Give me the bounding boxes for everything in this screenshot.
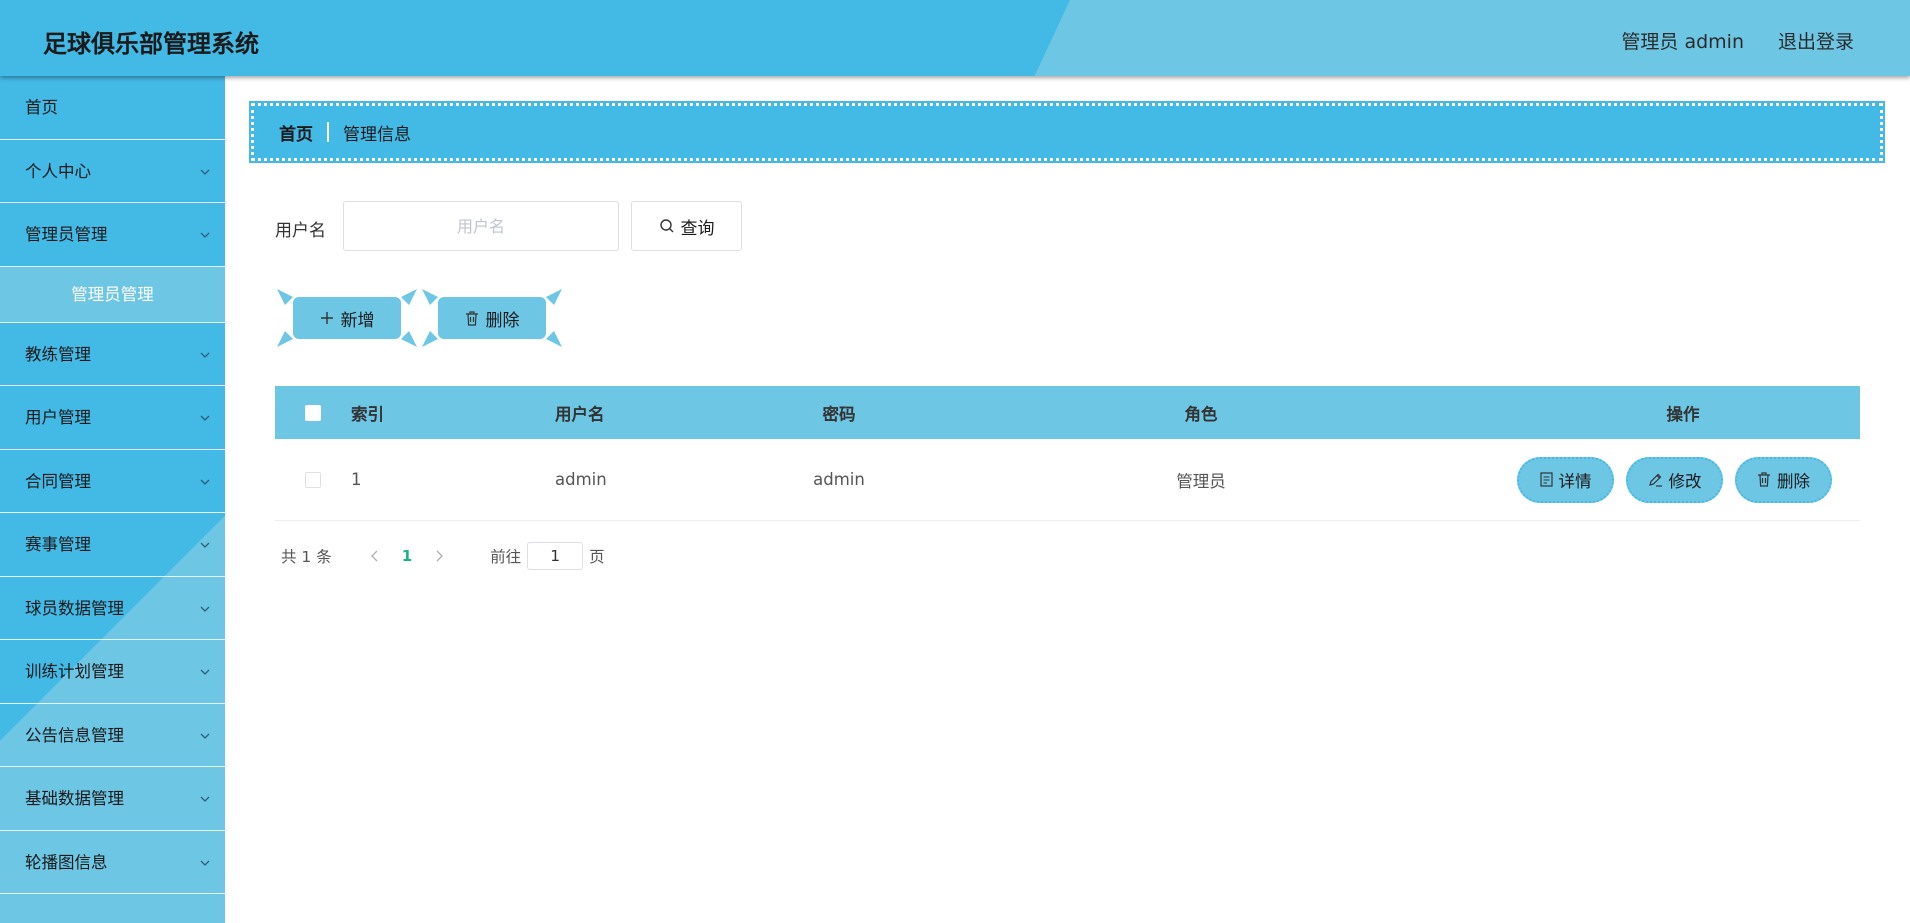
add-button-label: 新增 — [340, 310, 375, 331]
sidebar-item-label: 教练管理 — [25, 344, 91, 364]
sidebar-item-label: 基础数据管理 — [25, 789, 124, 808]
sidebar-item-label: 管理员管理 — [25, 225, 108, 244]
chevron-up-icon — [200, 232, 210, 238]
chevron-down-icon — [200, 169, 210, 175]
search-icon — [659, 219, 673, 233]
batch-delete-button[interactable]: 删除 — [438, 297, 546, 339]
sidebar: 首页 个人中心 管理员管理 管理员管理 教练管理 用户管理 合同管理 赛事管理 … — [0, 76, 225, 923]
header-username: 用户名 — [555, 404, 605, 424]
sidebar-item-label: 赛事管理 — [25, 535, 91, 554]
sidebar-item-notice-management[interactable]: 公告信息管理 — [0, 704, 225, 767]
pagination: 共 1 条 1 前往 页 — [281, 542, 605, 570]
pagination-total: 共 1 条 — [281, 548, 332, 566]
select-all-checkbox[interactable] — [305, 404, 321, 421]
sidebar-item-carousel-info[interactable]: 轮播图信息 — [0, 831, 225, 894]
pagination-goto-label: 前往 — [490, 548, 522, 566]
cell-ops: 详情 修改 删除 — [1436, 456, 1860, 503]
sidebar-item-match-management[interactable]: 赛事管理 — [0, 513, 225, 577]
chevron-down-icon — [200, 860, 210, 866]
chevron-right-icon[interactable] — [432, 549, 446, 563]
breadcrumb: 首页 管理信息 — [249, 101, 1885, 163]
chevron-down-icon — [200, 733, 210, 739]
pagination-goto-input[interactable] — [527, 542, 584, 570]
app-title: 足球俱乐部管理系统 — [43, 30, 259, 58]
add-button-wrap: 新增 — [275, 287, 419, 349]
cell-index: 1 — [351, 470, 362, 489]
sidebar-item-label: 合同管理 — [25, 471, 91, 491]
table-header: 索引 用户名 密码 角色 操作 — [275, 386, 1860, 439]
username-search-input[interactable] — [343, 201, 619, 251]
document-icon — [1539, 472, 1553, 487]
sidebar-item-basic-data-management[interactable]: 基础数据管理 — [0, 767, 225, 831]
sidebar-item-player-data-management[interactable]: 球员数据管理 — [0, 577, 225, 640]
pagination-page-1[interactable]: 1 — [402, 547, 412, 565]
sidebar-item-user-management[interactable]: 用户管理 — [0, 386, 225, 450]
sidebar-item-admin-management[interactable]: 管理员管理 — [0, 203, 225, 267]
sidebar-item-home[interactable]: 首页 — [0, 76, 225, 140]
header-ops: 操作 — [1666, 404, 1700, 424]
sidebar-item-training-plan-management[interactable]: 训练计划管理 — [0, 640, 225, 704]
row-checkbox[interactable] — [305, 471, 321, 488]
breadcrumb-separator — [327, 122, 329, 142]
row-delete-button[interactable]: 删除 — [1735, 456, 1832, 503]
logout-link[interactable]: 退出登录 — [1778, 27, 1854, 54]
sidebar-item-personal-center[interactable]: 个人中心 — [0, 140, 225, 203]
sidebar-item-label: 训练计划管理 — [25, 662, 124, 681]
edit-pencil-icon — [1648, 473, 1662, 487]
sidebar-item-label: 用户管理 — [25, 408, 91, 427]
chevron-down-icon — [200, 415, 210, 421]
sidebar-item-label: 首页 — [25, 98, 58, 117]
delete-button-wrap: 删除 — [420, 287, 564, 349]
chevron-left-icon[interactable] — [368, 549, 382, 563]
top-header: 足球俱乐部管理系统 管理员 admin 退出登录 — [0, 0, 1910, 76]
breadcrumb-current: 管理信息 — [343, 124, 411, 145]
delete-button-label: 删除 — [485, 310, 520, 331]
admin-table: 索引 用户名 密码 角色 操作 1 admin admin 管理员 详情 修改 … — [275, 386, 1860, 521]
detail-button-label: 详情 — [1558, 471, 1592, 491]
sidebar-item-label: 个人中心 — [25, 161, 91, 181]
trash-icon — [465, 310, 478, 326]
sidebar-subitem-admin-management[interactable]: 管理员管理 — [0, 266, 225, 323]
sidebar-item-label: 公告信息管理 — [25, 725, 124, 745]
search-label: 用户名 — [275, 221, 326, 241]
add-button[interactable]: 新增 — [293, 297, 401, 339]
chevron-down-icon — [200, 542, 210, 548]
breadcrumb-home[interactable]: 首页 — [279, 120, 313, 145]
header-index: 索引 — [351, 404, 384, 424]
query-button[interactable]: 查询 — [631, 201, 742, 251]
edit-button[interactable]: 修改 — [1626, 456, 1723, 503]
cell-username: admin — [555, 470, 607, 489]
query-button-label: 查询 — [680, 218, 715, 239]
cell-password: admin — [813, 470, 865, 489]
sidebar-item-contract-management[interactable]: 合同管理 — [0, 450, 225, 513]
edit-button-label: 修改 — [1668, 471, 1702, 491]
detail-button[interactable]: 详情 — [1517, 456, 1614, 503]
sidebar-item-label: 球员数据管理 — [25, 598, 124, 618]
chevron-down-icon — [200, 352, 210, 358]
chevron-down-icon — [200, 479, 210, 485]
header-password: 密码 — [822, 404, 856, 424]
header-role: 角色 — [1184, 404, 1218, 424]
chevron-down-icon — [200, 606, 210, 612]
sidebar-item-coach-management[interactable]: 教练管理 — [0, 323, 225, 386]
sidebar-item-label: 轮播图信息 — [25, 852, 108, 872]
table-row: 1 admin admin 管理员 详情 修改 删除 — [275, 439, 1860, 521]
pagination-page-suffix: 页 — [589, 548, 605, 566]
row-delete-button-label: 删除 — [1777, 471, 1810, 491]
trash-icon — [1758, 472, 1770, 487]
current-user: 管理员 admin — [1621, 31, 1744, 53]
sidebar-subitem-label: 管理员管理 — [71, 284, 154, 304]
plus-icon — [320, 312, 333, 324]
chevron-down-icon — [200, 669, 210, 675]
chevron-down-icon — [200, 796, 210, 802]
cell-role: 管理员 — [1176, 471, 1226, 491]
